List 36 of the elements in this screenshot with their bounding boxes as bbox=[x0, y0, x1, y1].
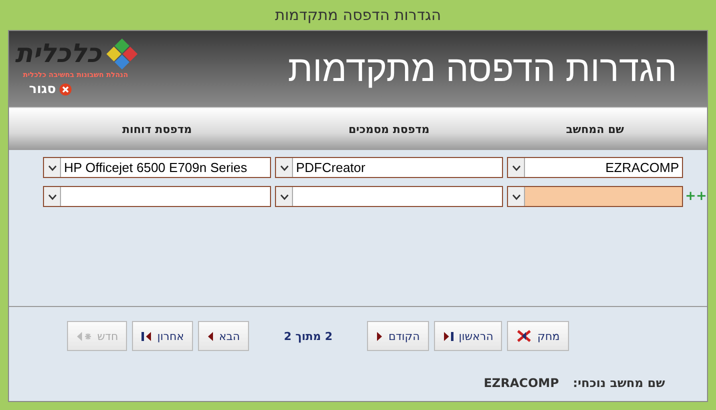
printer-dropdown[interactable] bbox=[43, 186, 271, 207]
printer-dropdown[interactable]: PDFCreator bbox=[275, 157, 503, 178]
printer-dropdown[interactable] bbox=[275, 186, 503, 207]
caret-icon bbox=[512, 194, 520, 200]
caret-icon bbox=[280, 194, 288, 200]
column-header: מדפסת דוחות bbox=[121, 122, 193, 136]
status-value: EZRACOMP bbox=[484, 376, 559, 390]
left-arrow-icon bbox=[206, 330, 214, 342]
next-button[interactable]: הבא bbox=[198, 321, 249, 351]
new-row-marker: ++ bbox=[685, 189, 707, 204]
caret-icon bbox=[48, 194, 56, 200]
right-arrow-icon bbox=[376, 330, 384, 342]
caret-icon bbox=[512, 164, 520, 170]
caret-icon bbox=[280, 164, 288, 170]
caret-icon bbox=[48, 164, 56, 170]
last-button[interactable]: אחרון bbox=[132, 321, 193, 351]
page-title: הגדרות הדפסה מתקדמות bbox=[288, 48, 677, 90]
logo-text: כלכלית bbox=[15, 40, 102, 68]
delete-icon bbox=[516, 330, 532, 342]
printer-dropdown[interactable] bbox=[507, 186, 683, 207]
close-icon bbox=[58, 83, 72, 96]
page-counter: 2 מתוך 2 bbox=[282, 330, 334, 342]
printer-dropdown[interactable]: EZRACOMP bbox=[507, 157, 683, 178]
last-icon bbox=[141, 330, 152, 342]
new-icon bbox=[76, 330, 92, 342]
math-symbols-icon bbox=[105, 37, 140, 71]
printer-dropdown[interactable]: HP Officejet 6500 E709n Series bbox=[43, 157, 271, 178]
prev-button[interactable]: הקודם bbox=[367, 321, 429, 351]
window-title: הגדרות הדפסה מתקדמות bbox=[274, 5, 442, 26]
status-label: שם מחשב נוכחי: bbox=[572, 376, 665, 390]
first-button[interactable]: הראשון bbox=[434, 321, 502, 351]
first-icon bbox=[442, 330, 454, 342]
delete-button[interactable]: מחק bbox=[507, 321, 569, 351]
column-header: מדפסת מסמכים bbox=[347, 122, 430, 136]
column-header: שם המחשב bbox=[565, 122, 625, 136]
close-button[interactable]: סגור bbox=[29, 82, 72, 97]
